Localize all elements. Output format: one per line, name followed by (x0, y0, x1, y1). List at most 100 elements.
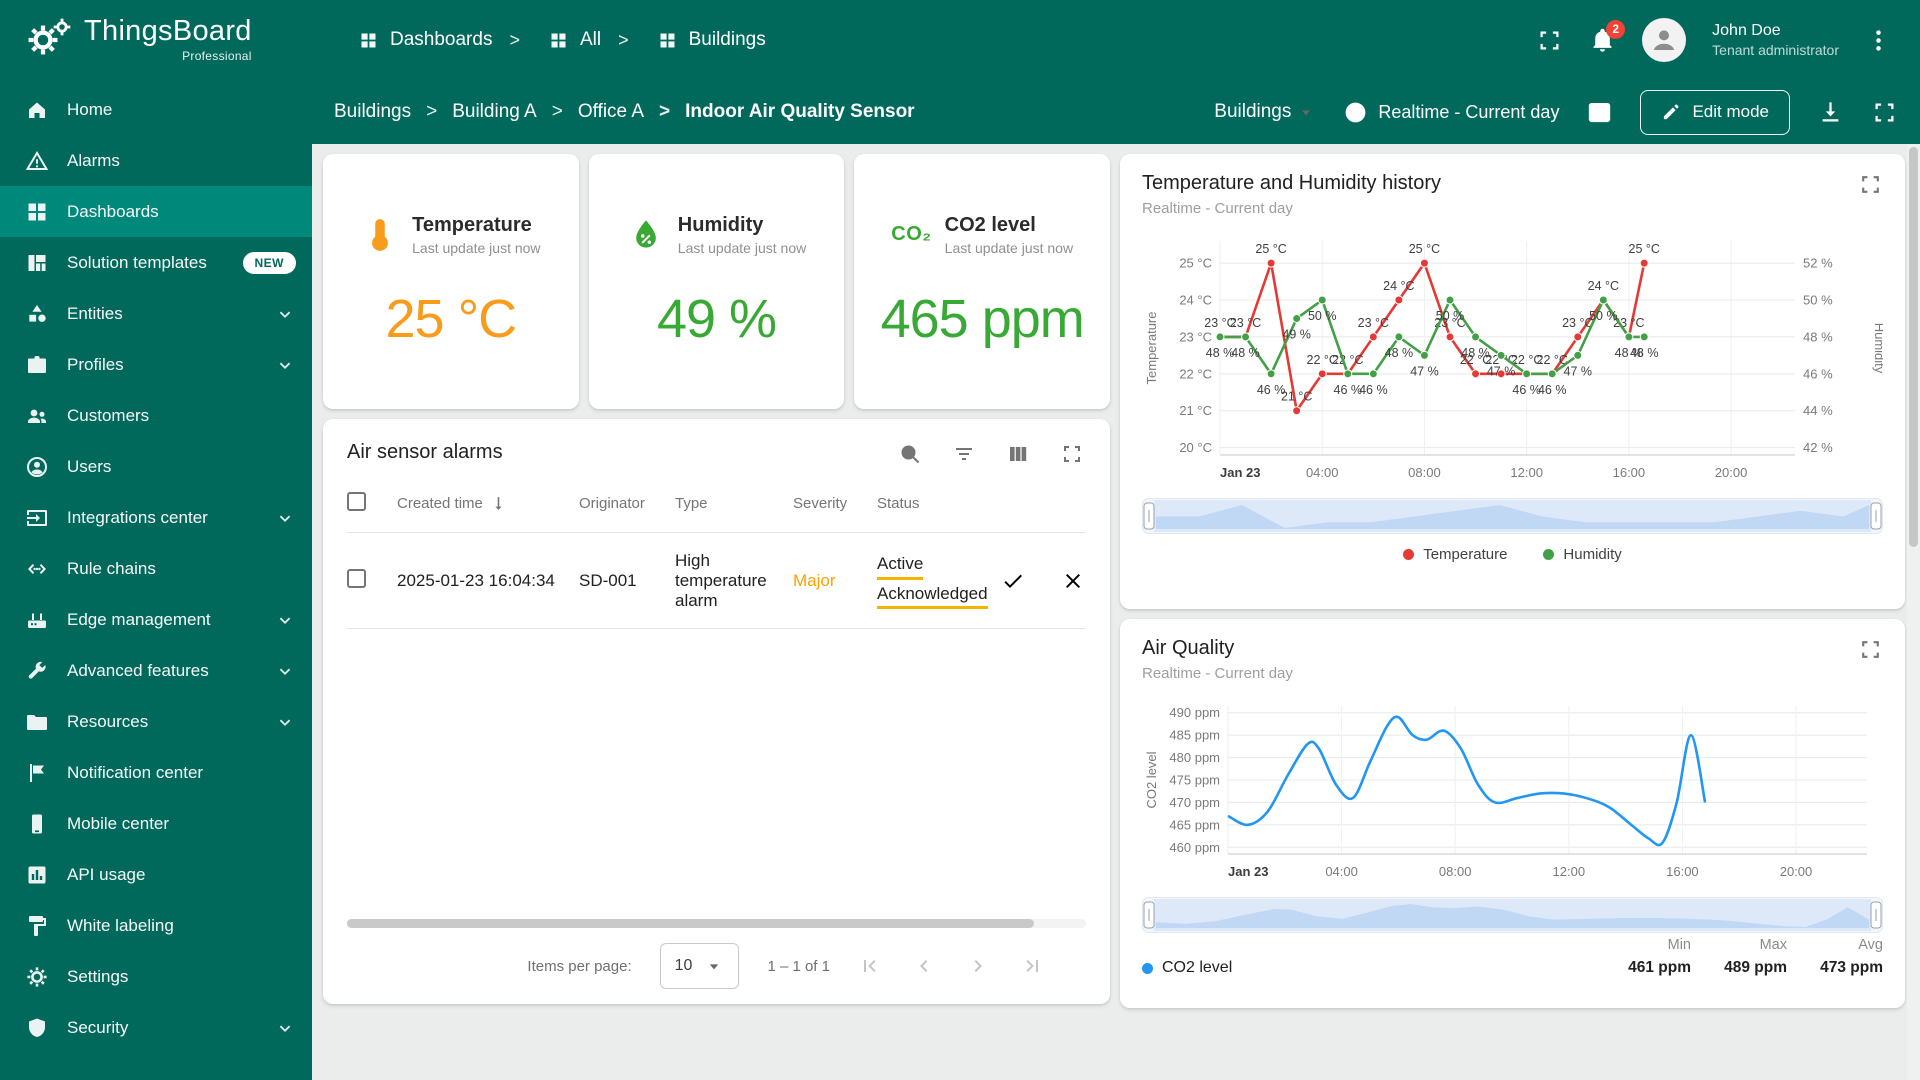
sidebar-item-home[interactable]: Home (0, 84, 312, 135)
col-type[interactable]: Type (675, 495, 793, 512)
alarm-severity: Major (793, 570, 836, 590)
temperature-widget[interactable]: Temperature Last update just now 25 °C (323, 154, 579, 409)
svg-text:465 ppm: 465 ppm (1169, 817, 1220, 832)
vertical-scrollbar-thumb[interactable] (1909, 147, 1918, 547)
sidebar-item-users[interactable]: Users (0, 441, 312, 492)
chart-subtitle: Realtime - Current day (1142, 665, 1293, 682)
horizontal-scrollbar[interactable] (347, 919, 1086, 928)
vertical-scrollbar[interactable] (1907, 144, 1920, 1080)
svg-text:48 %: 48 % (1206, 346, 1235, 360)
clear-alarm-button[interactable] (1061, 568, 1087, 594)
notifications-button[interactable]: 2 (1589, 19, 1626, 54)
svg-text:22 °C: 22 °C (1332, 353, 1363, 367)
more-menu-button[interactable] (1865, 27, 1892, 54)
dashboard-state-select[interactable]: Buildings (1214, 101, 1316, 123)
alarm-status: Active Acknowledged (877, 550, 1001, 611)
temp-humidity-chart[interactable]: Jan 23 04:00 08:00 12:00 16:00 20:00 20 °C 21 °… (1142, 229, 1883, 485)
sidebar-item-alarms[interactable]: Alarms (0, 135, 312, 186)
new-badge: NEW (242, 251, 296, 274)
sidebar-item-rule-chains[interactable]: Rule chains (0, 543, 312, 594)
chart-title: Air Quality (1142, 637, 1235, 659)
grid-icon (660, 33, 675, 47)
sidebar-item-entities[interactable]: Entities (0, 288, 312, 339)
sidebar-item-profiles[interactable]: Profiles (0, 339, 312, 390)
svg-text:48 %: 48 % (1803, 329, 1833, 344)
fullscreen-button[interactable] (1536, 27, 1563, 54)
search-button[interactable] (898, 441, 924, 467)
sidebar-item-resources[interactable]: Resources (0, 696, 312, 747)
svg-text:25 °C: 25 °C (1255, 242, 1286, 256)
crumb-buildings[interactable]: Buildings (334, 101, 411, 123)
svg-text:48 %: 48 % (1231, 346, 1260, 360)
acknowledge-button[interactable] (1001, 568, 1027, 594)
sidebar-item-white-labeling[interactable]: White labeling (0, 900, 312, 951)
timewindow-button[interactable]: Realtime - Current day (1343, 100, 1559, 125)
stat-max-label: Max (1759, 937, 1787, 953)
col-created-time[interactable]: Created time (397, 494, 579, 513)
dashboard-fullscreen-button[interactable] (1871, 99, 1898, 126)
legend-co2[interactable]: CO2 level (1142, 959, 1232, 977)
row-checkbox[interactable] (347, 568, 366, 588)
sidebar-item-settings[interactable]: Settings (0, 951, 312, 1002)
alarm-row[interactable]: 2025-01-23 16:04:34 SD-001 High temperat… (347, 533, 1086, 629)
avatar[interactable] (1642, 18, 1687, 62)
legend-humidity[interactable]: Humidity (1543, 546, 1622, 563)
dashboard-image-button[interactable] (1586, 99, 1613, 126)
humidity-drop-icon (635, 219, 656, 248)
chart-legend: Temperature Humidity (1142, 546, 1883, 563)
next-page-button[interactable] (966, 953, 992, 979)
sidebar-item-notification-center[interactable]: Notification center (0, 747, 312, 798)
sidebar-item-customers[interactable]: Customers (0, 390, 312, 441)
svg-text:47 %: 47 % (1410, 364, 1439, 378)
time-range-brush[interactable] (1142, 897, 1883, 933)
brand-logo[interactable]: ThingsBoard Professional (0, 17, 312, 63)
widget-fullscreen-button[interactable] (1858, 172, 1883, 197)
widget-subtitle: Last update just now (412, 239, 541, 256)
sidebar-item-advanced-features[interactable]: Advanced features (0, 645, 312, 696)
last-page-icon (1026, 960, 1038, 972)
sidebar-item-dashboards[interactable]: Dashboards (0, 186, 312, 237)
temperature-value: 25 °C (385, 288, 518, 349)
breadcrumb-all[interactable]: All (492, 29, 601, 51)
co2-chart[interactable]: Jan 23 04:00 08:00 12:00 16:00 20:00 460 ppm 46… (1142, 694, 1883, 884)
first-page-button[interactable] (858, 953, 884, 979)
crumb-office-a[interactable]: Office A (537, 101, 644, 123)
widget-fullscreen-button[interactable] (1060, 441, 1086, 467)
horizontal-scrollbar-thumb[interactable] (347, 919, 1035, 928)
people-icon (28, 409, 46, 423)
legend-temperature[interactable]: Temperature (1403, 546, 1507, 563)
filter-button[interactable] (952, 441, 978, 467)
widget-title: CO2 level (944, 213, 1036, 236)
sidebar-item-api-usage[interactable]: API usage (0, 849, 312, 900)
col-originator[interactable]: Originator (579, 495, 675, 512)
edit-mode-button[interactable]: Edit mode (1640, 89, 1790, 135)
sidebar-item-security[interactable]: Security (0, 1002, 312, 1053)
chart-title: Temperature and Humidity history (1142, 172, 1442, 194)
chevron-down-icon (279, 311, 291, 318)
download-icon (1822, 101, 1839, 121)
select-all-checkbox[interactable] (347, 492, 366, 511)
user-menu[interactable]: John Doe Tenant administrator (1712, 21, 1839, 60)
widget-fullscreen-button[interactable] (1858, 637, 1883, 662)
sidebar-item-mobile-center[interactable]: Mobile center (0, 798, 312, 849)
thingsboard-gear-icon (26, 17, 72, 63)
breadcrumb-buildings[interactable]: Buildings (601, 29, 766, 51)
sidebar-item-solution-templates[interactable]: Solution templates NEW (0, 237, 312, 288)
sidebar-item-edge-management[interactable]: Edge management (0, 594, 312, 645)
last-page-button[interactable] (1020, 953, 1046, 979)
breadcrumb-dashboards[interactable]: Dashboards (358, 29, 492, 51)
columns-button[interactable] (1006, 441, 1032, 467)
crumb-building-a[interactable]: Building A (411, 101, 537, 123)
previous-page-button[interactable] (912, 953, 938, 979)
items-per-page-select[interactable]: 10 (659, 943, 740, 989)
sidebar-item-integrations-center[interactable]: Integrations center (0, 492, 312, 543)
export-button[interactable] (1817, 99, 1844, 126)
co2-widget[interactable]: CO₂ CO2 level Last update just now 465 p… (854, 154, 1111, 409)
svg-text:50 %: 50 % (1589, 309, 1618, 323)
time-range-brush[interactable] (1142, 498, 1883, 534)
dashboard-canvas: Temperature Last update just now 25 °C H… (312, 144, 1920, 1080)
svg-text:20 °C: 20 °C (1179, 440, 1212, 455)
col-severity[interactable]: Severity (793, 495, 877, 512)
humidity-widget[interactable]: Humidity Last update just now 49 % (588, 154, 845, 409)
col-status[interactable]: Status (877, 495, 1001, 512)
